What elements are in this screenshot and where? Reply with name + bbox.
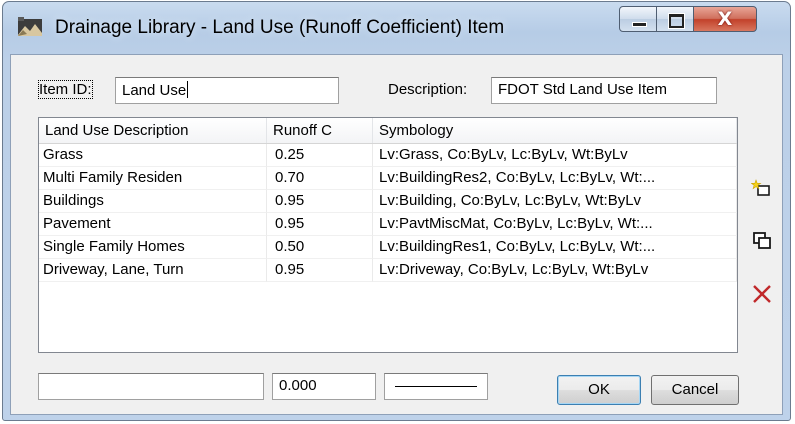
cell-runoff-c: 0.95: [267, 190, 373, 213]
text-caret: [187, 81, 189, 98]
close-icon: X: [717, 8, 733, 30]
item-id-label: Item ID:: [38, 80, 93, 99]
table-row[interactable]: Pavement 0.95 Lv:PavtMiscMat, Co:ByLv, L…: [39, 213, 737, 236]
cell-symbology: Lv:Building, Co:ByLv, Lc:ByLv, Wt:ByLv: [373, 190, 737, 213]
cell-description: Grass: [39, 144, 267, 167]
cell-symbology: Lv:Grass, Co:ByLv, Lc:ByLv, Wt:ByLv: [373, 144, 737, 167]
window-title: Drainage Library - Land Use (Runoff Coef…: [55, 17, 505, 38]
description-input[interactable]: FDOT Std Land Use Item: [491, 77, 717, 104]
dialog-body: Item ID: Land Use Description: FDOT Std …: [10, 54, 783, 415]
cell-runoff-c: 0.95: [267, 213, 373, 236]
cell-description: Buildings: [39, 190, 267, 213]
description-value: FDOT Std Land Use Item: [498, 81, 667, 98]
minimize-button[interactable]: [619, 6, 657, 32]
maximize-button[interactable]: [656, 6, 694, 32]
land-use-table[interactable]: Land Use Description Runoff C Symbology …: [38, 117, 738, 353]
ok-button[interactable]: OK: [557, 375, 641, 405]
cell-runoff-c: 0.70: [267, 167, 373, 190]
column-header-runoff-c[interactable]: Runoff C: [267, 118, 373, 143]
edit-description-input[interactable]: [38, 373, 264, 400]
cell-symbology: Lv:Driveway, Co:ByLv, Lc:ByLv, Wt:ByLv: [373, 259, 737, 282]
cell-symbology: Lv:BuildingRes1, Co:ByLv, Lc:ByLv, Wt:..…: [373, 236, 737, 259]
line-style-preview: [395, 386, 477, 387]
cell-runoff-c: 0.25: [267, 144, 373, 167]
cell-description: Single Family Homes: [39, 236, 267, 259]
drainage-library-icon: [18, 17, 42, 36]
symbology-picker[interactable]: [384, 373, 488, 400]
cell-runoff-c: 0.95: [267, 259, 373, 282]
item-id-input[interactable]: Land Use: [115, 77, 339, 104]
table-row[interactable]: Driveway, Lane, Turn 0.95 Lv:Driveway, C…: [39, 259, 737, 282]
table-row[interactable]: Buildings 0.95 Lv:Building, Co:ByLv, Lc:…: [39, 190, 737, 213]
minimize-icon: [632, 22, 647, 27]
cell-description: Pavement: [39, 213, 267, 236]
maximize-icon: [669, 14, 684, 28]
new-item-icon[interactable]: [751, 178, 773, 200]
edit-runoff-value: 0.000: [279, 377, 317, 394]
edit-runoff-input[interactable]: 0.000: [272, 373, 376, 400]
cell-description: Multi Family Residen: [39, 167, 267, 190]
close-button[interactable]: X: [693, 6, 757, 32]
delete-item-icon[interactable]: [751, 283, 773, 305]
column-header-description[interactable]: Land Use Description: [39, 118, 267, 143]
cancel-button[interactable]: Cancel: [651, 375, 739, 405]
cell-symbology: Lv:BuildingRes2, Co:ByLv, Lc:ByLv, Wt:..…: [373, 167, 737, 190]
copy-item-icon[interactable]: [751, 230, 773, 252]
table-row[interactable]: Single Family Homes 0.50 Lv:BuildingRes1…: [39, 236, 737, 259]
title-bar[interactable]: Drainage Library - Land Use (Runoff Coef…: [3, 2, 790, 54]
cell-description: Driveway, Lane, Turn: [39, 259, 267, 282]
dialog-window: Drainage Library - Land Use (Runoff Coef…: [2, 1, 791, 421]
cell-symbology: Lv:PavtMiscMat, Co:ByLv, Lc:ByLv, Wt:...: [373, 213, 737, 236]
table-row[interactable]: Multi Family Residen 0.70 Lv:BuildingRes…: [39, 167, 737, 190]
description-label: Description:: [388, 81, 468, 98]
table-header: Land Use Description Runoff C Symbology: [39, 118, 737, 144]
table-row[interactable]: Grass 0.25 Lv:Grass, Co:ByLv, Lc:ByLv, W…: [39, 144, 737, 167]
item-id-value: Land Use: [122, 82, 187, 99]
cell-runoff-c: 0.50: [267, 236, 373, 259]
column-header-symbology[interactable]: Symbology: [373, 118, 737, 143]
